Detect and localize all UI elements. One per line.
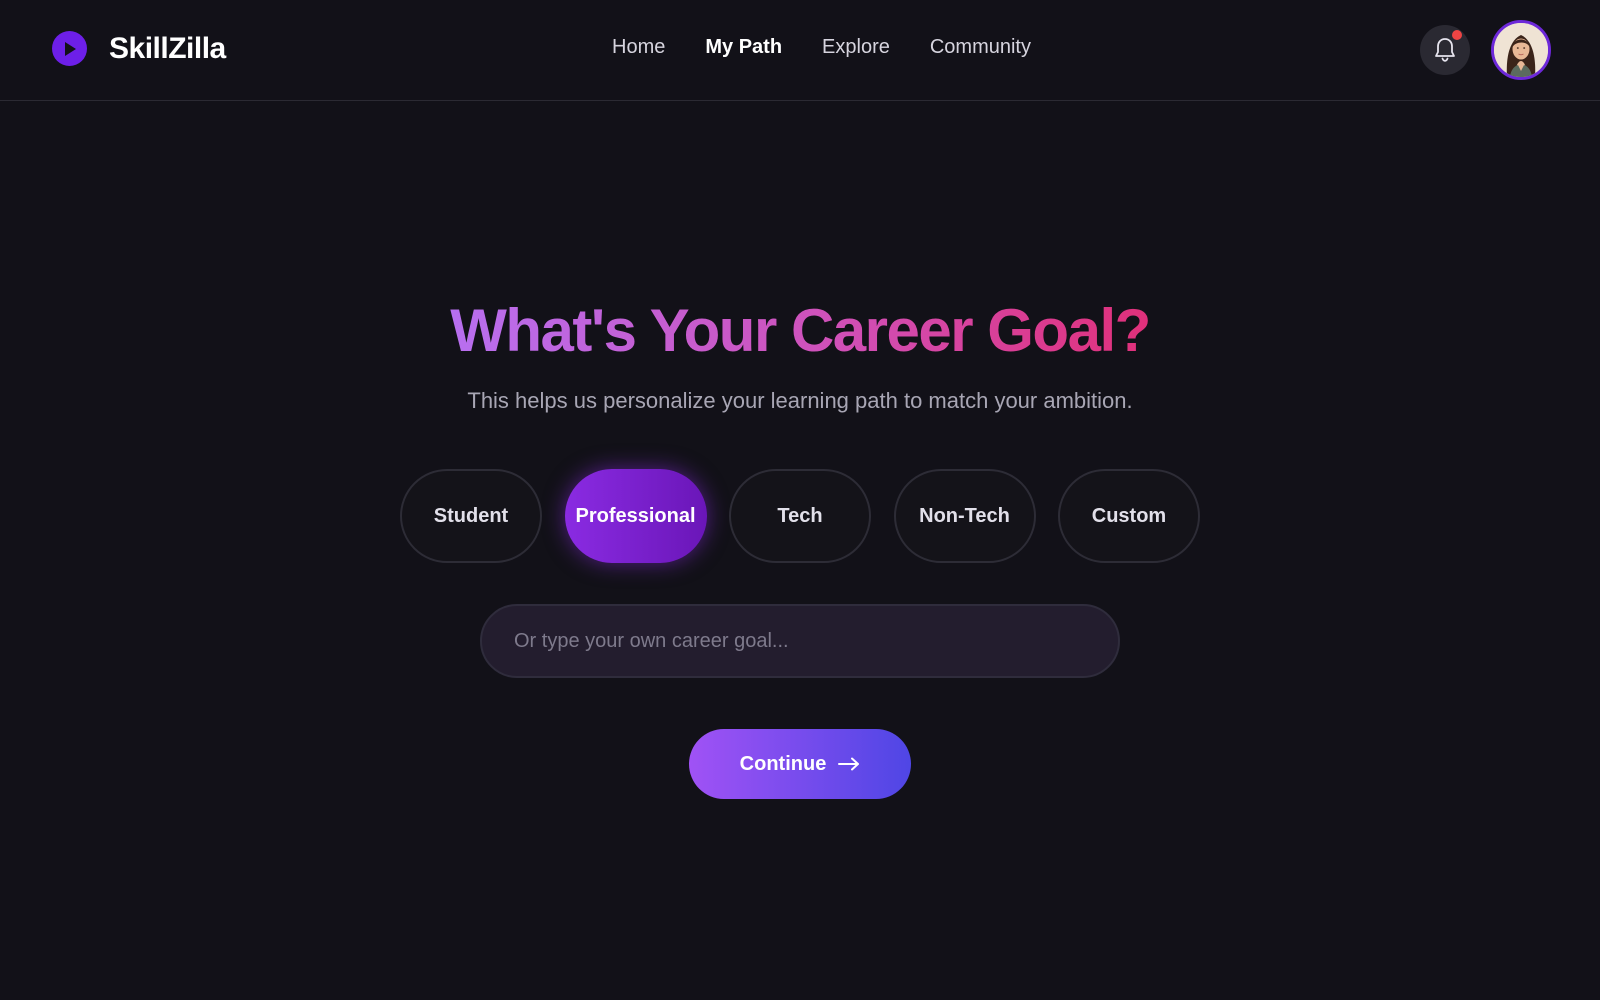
option-student[interactable]: Student [400, 469, 542, 563]
page-title-text: What's Your Career Goal? [450, 297, 1151, 364]
continue-label: Continue [739, 752, 827, 775]
page-subtitle: This helps us personalize your learning … [467, 388, 1133, 413]
option-label: Tech [777, 505, 823, 527]
career-goal-options: Student Professional Tech Non-Tech Custo… [400, 469, 1200, 563]
nav-item-home[interactable]: Home [612, 36, 665, 59]
option-professional[interactable]: Professional [564, 469, 707, 563]
brand-name: SkillZilla [109, 31, 226, 65]
main-nav: Home My Path Explore Community [612, 36, 1071, 59]
option-tech[interactable]: Tech [729, 469, 871, 563]
top-navigation-bar: SkillZilla Home My Path Explore Communit… [0, 0, 1600, 101]
option-custom[interactable]: Custom [1058, 469, 1200, 563]
option-label: Custom [1091, 505, 1167, 527]
career-goal-input[interactable] [480, 604, 1120, 678]
notifications-button[interactable] [1420, 25, 1470, 75]
option-non-tech[interactable]: Non-Tech [893, 469, 1036, 563]
continue-button[interactable]: Continue [689, 729, 911, 799]
user-avatar[interactable] [1491, 20, 1551, 80]
nav-item-explore[interactable]: Explore [822, 36, 890, 59]
bell-icon [1435, 38, 1455, 62]
avatar-image [1494, 23, 1548, 77]
unread-indicator [1452, 30, 1462, 40]
nav-item-community[interactable]: Community [930, 36, 1031, 59]
play-circle-icon [52, 31, 87, 66]
arrow-right-icon [838, 757, 860, 771]
brand[interactable]: SkillZilla [52, 31, 226, 66]
nav-item-my-path[interactable]: My Path [705, 36, 782, 59]
page-title: What's Your Career Goal? [0, 296, 1600, 365]
option-label: Professional [575, 505, 696, 527]
option-label: Non-Tech [919, 505, 1010, 527]
option-label: Student [433, 505, 509, 527]
